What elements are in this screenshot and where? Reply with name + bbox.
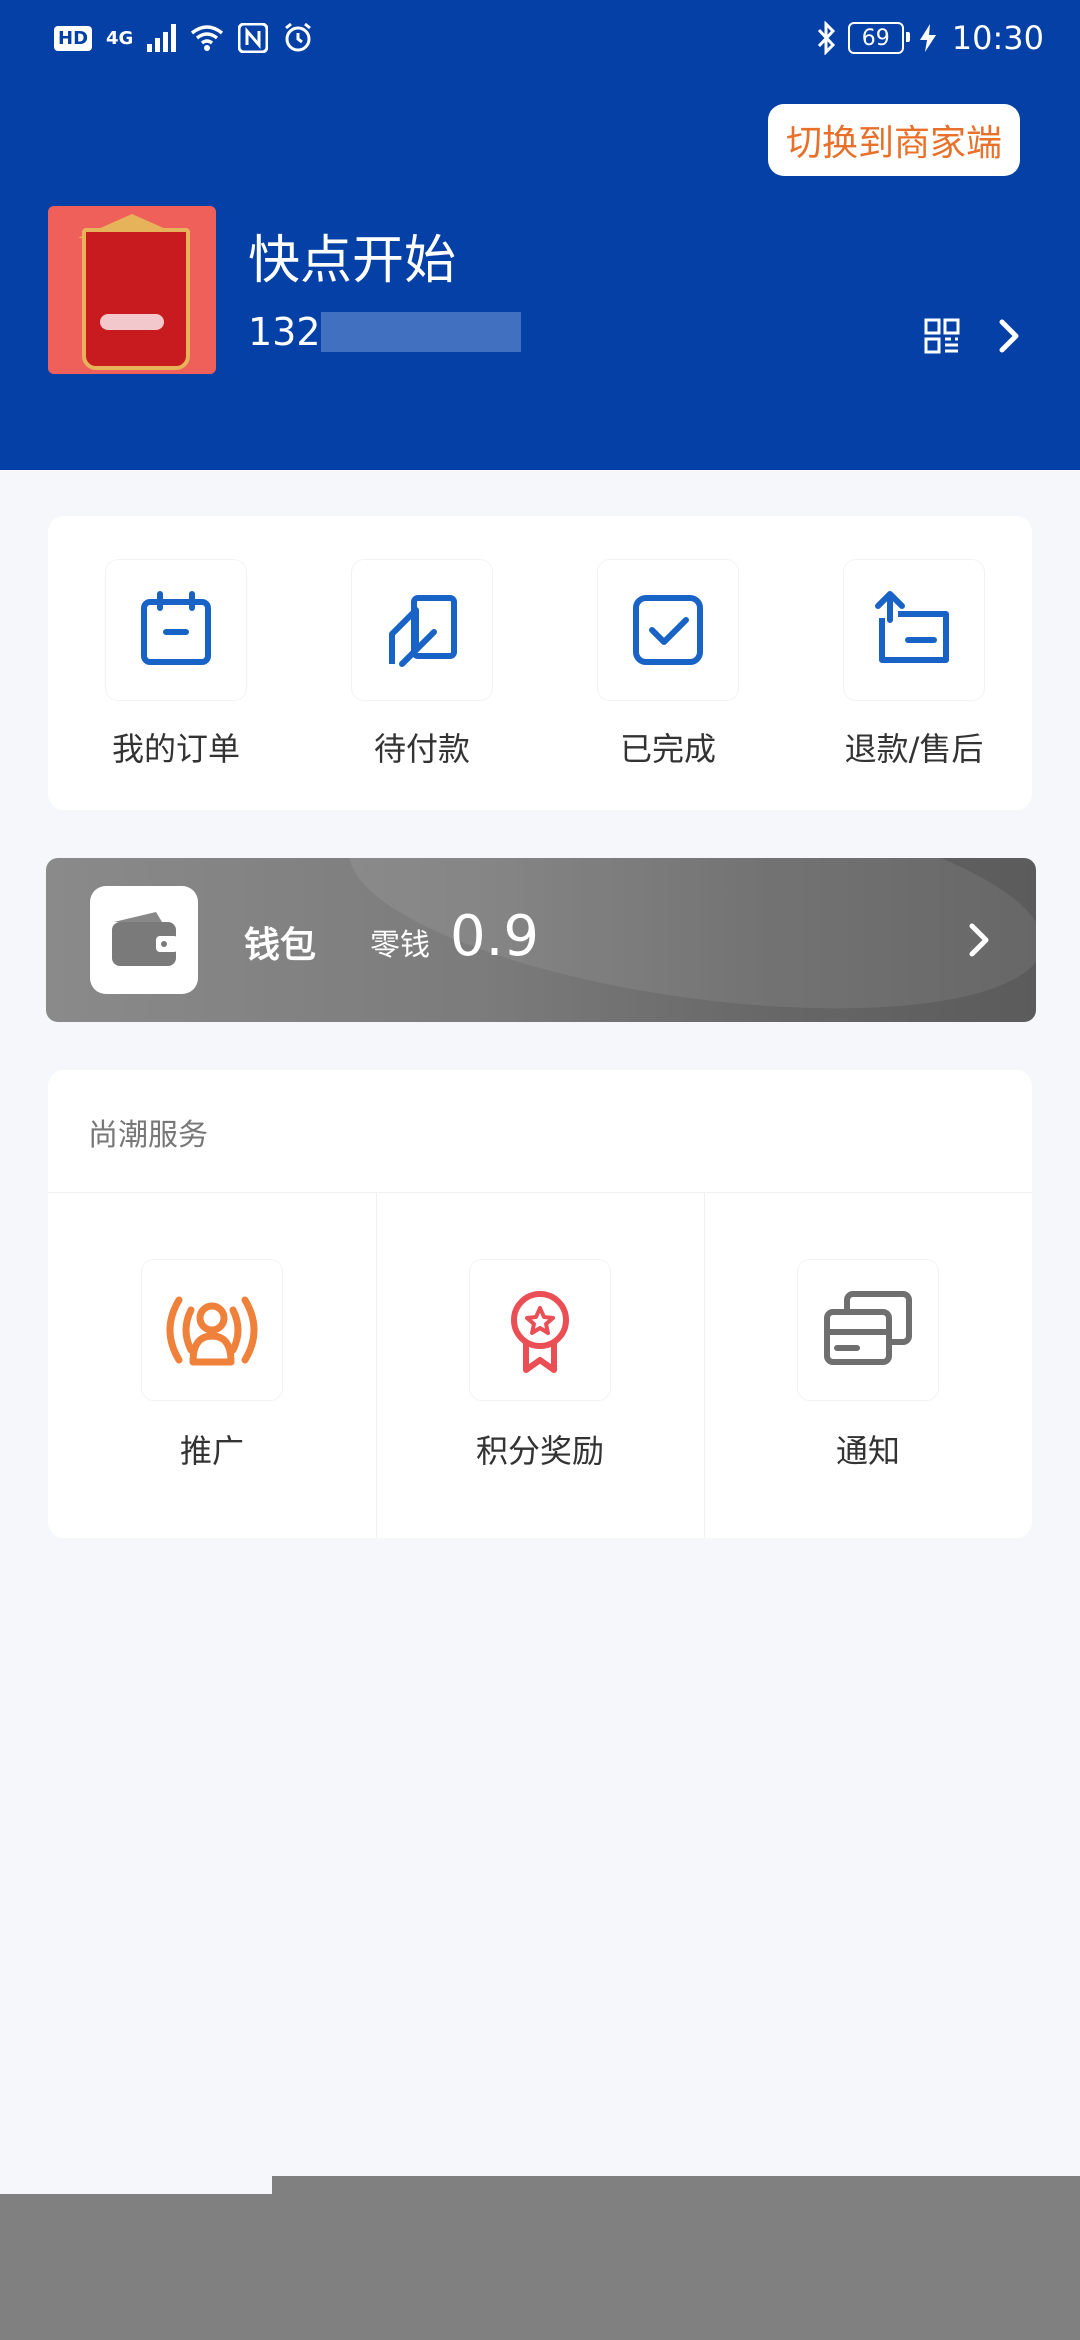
service-item-points-rewards[interactable]: 积分奖励 xyxy=(376,1260,704,1472)
wifi-icon xyxy=(191,25,224,51)
clock: 10:30 xyxy=(951,19,1044,57)
phone-redaction xyxy=(320,312,521,352)
cards-stack-icon xyxy=(798,1260,938,1400)
order-item-refund[interactable]: 退款/售后 xyxy=(824,560,1004,770)
bluetooth-icon xyxy=(817,21,835,55)
service-item-notifications[interactable]: 通知 xyxy=(704,1260,1032,1472)
award-medal-icon xyxy=(470,1260,610,1400)
bottom-overlay xyxy=(0,2194,1080,2340)
wallet-title: 钱包 xyxy=(244,925,317,966)
order-label: 已完成 xyxy=(619,730,716,768)
hd-badge: HD xyxy=(54,25,93,51)
wallet-card[interactable]: 钱包 零钱 0.9 xyxy=(46,858,1036,1022)
broadcast-user-icon xyxy=(142,1260,282,1400)
order-label: 退款/售后 xyxy=(844,730,984,768)
wallet-sheen xyxy=(335,858,1036,1022)
nfc-icon xyxy=(238,23,269,53)
battery-level: 69 xyxy=(861,25,890,51)
service-label: 积分奖励 xyxy=(475,1432,604,1470)
wallet-balance-value: 0.9 xyxy=(450,904,540,969)
service-label: 通知 xyxy=(835,1432,900,1470)
services-divider xyxy=(48,1192,1032,1193)
order-label: 待付款 xyxy=(373,730,470,768)
phone-number: 132 xyxy=(248,310,521,354)
card-pay-icon xyxy=(352,560,492,700)
orders-card: 我的订单 待付款 已完成 退款/售后 xyxy=(48,516,1032,810)
charging-icon xyxy=(919,24,936,52)
status-bar: HD 4G 69 10:30 xyxy=(0,0,1080,76)
switch-to-merchant-button[interactable]: 切换到商家端 xyxy=(768,104,1020,176)
services-title: 尚潮服务 xyxy=(88,1118,208,1153)
phone-prefix: 132 xyxy=(248,310,321,354)
battery-icon: 69 xyxy=(847,22,910,54)
checkmark-box-icon xyxy=(598,560,738,700)
order-item-completed[interactable]: 已完成 xyxy=(578,560,758,770)
signal-icon xyxy=(147,24,177,52)
services-card: 尚潮服务 推广 积分奖励 通知 xyxy=(48,1070,1032,1538)
service-item-promote[interactable]: 推广 xyxy=(48,1260,376,1472)
bottom-overlay-notch xyxy=(0,2176,272,2196)
order-item-pending-payment[interactable]: 待付款 xyxy=(332,560,512,770)
avatar-banner xyxy=(82,228,190,370)
network-type: 4G xyxy=(106,27,134,49)
order-label: 我的订单 xyxy=(111,730,240,768)
avatar[interactable] xyxy=(48,206,216,374)
wallet-icon xyxy=(90,886,198,994)
wallet-chevron-right-icon xyxy=(969,923,989,957)
avatar-plate xyxy=(100,314,164,330)
qr-code-icon[interactable] xyxy=(924,318,960,354)
service-label: 推广 xyxy=(179,1432,244,1470)
refund-arrow-icon xyxy=(844,560,984,700)
wallet-balance-label: 零钱 xyxy=(370,928,430,963)
username[interactable]: 快点开始 xyxy=(248,218,456,293)
alarm-icon xyxy=(285,22,312,52)
status-left: HD 4G xyxy=(54,16,314,60)
status-right: 69 10:30 xyxy=(816,14,1044,62)
calendar-icon xyxy=(106,560,246,700)
profile-chevron-right-icon[interactable] xyxy=(994,318,1024,354)
order-item-my-orders[interactable]: 我的订单 xyxy=(86,560,266,770)
bottom-overlay-edge xyxy=(272,2176,1080,2196)
